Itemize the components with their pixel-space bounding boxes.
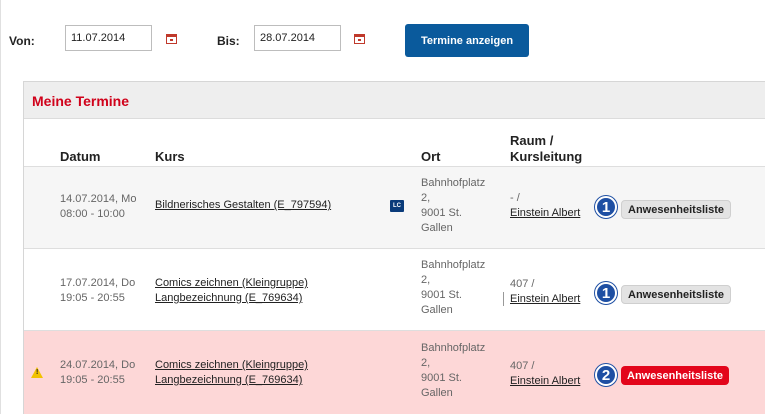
attendance-list-button[interactable]: Anwesenheitsliste [621,285,731,304]
location-line: 2, [421,357,431,369]
location-line: Bahnhofplatz [421,177,486,189]
date-filter-bar: Von: Bis: Termine anzeigen [1,22,765,58]
row-location: Bahnhofplatz 2, 9001 St. Gallen [421,341,485,401]
row-location: Bahnhofplatz 2, 9001 St. Gallen [421,176,485,236]
row-date-day: 24.07.2014, Do [60,359,136,371]
row-room: - / Einstein Albert [510,191,580,221]
row-date-day: 14.07.2014, Mo [60,193,137,205]
number-circle-icon: 2 [595,364,617,386]
instructor-link[interactable]: Einstein Albert [510,292,580,307]
row-time: 19:05 - 20:55 [60,374,125,386]
location-line: Gallen [421,304,453,316]
row-date: 24.07.2014, Do 19:05 - 20:55 [60,358,135,388]
row-room: 407 / Einstein Albert [510,277,580,307]
row-time: 08:00 - 10:00 [60,208,125,220]
row-course[interactable]: Comics zeichnen (Kleingruppe) Langbezeic… [155,358,308,388]
row-course[interactable]: Bildnerisches Gestalten (E_797594) [155,198,331,213]
warning-glyph: ! [36,369,39,376]
row-time: 19:05 - 20:55 [60,292,125,304]
course-link[interactable]: Comics zeichnen (Kleingruppe) [155,276,308,291]
calendar-icon[interactable] [166,34,177,44]
attendance-list-button[interactable]: Anwesenheitsliste [621,200,731,219]
location-line: 2, [421,274,431,286]
text-cursor-divider [503,292,504,306]
location-line: Bahnhofplatz [421,342,486,354]
row-room: 407 / Einstein Albert [510,359,580,389]
instructor-link[interactable]: Einstein Albert [510,206,580,221]
number-circle-icon: 1 [595,196,617,218]
room-number: - / [510,192,520,204]
course-link-line2[interactable]: Langbezeichnung (E_769634) [155,291,308,306]
number-circle-icon: 1 [595,282,617,304]
warning-icon: ! [31,367,43,378]
row-date-day: 17.07.2014, Do [60,277,136,289]
calendar-icon[interactable] [354,34,365,44]
course-link[interactable]: Comics zeichnen (Kleingruppe) [155,358,308,373]
table-row: 17.07.2014, Do 19:05 - 20:55 Comics zeic… [24,248,765,330]
course-link-line2[interactable]: Langbezeichnung (E_769634) [155,373,308,388]
location-line: Bahnhofplatz [421,259,486,271]
location-line: Gallen [421,222,453,234]
table-row: 14.07.2014, Mo 08:00 - 10:00 Bildnerisch… [24,166,765,248]
column-header-kurs: Kurs [155,149,185,164]
row-location: Bahnhofplatz 2, 9001 St. Gallen [421,258,485,318]
app-frame: Von: Bis: Termine anzeigen Meine Termine… [0,0,765,414]
bis-label: Bis: [217,34,240,48]
table-row-warning: ! 24.07.2014, Do 19:05 - 20:55 Comics ze… [24,330,765,414]
von-label: Von: [9,34,35,48]
location-line: 9001 St. [421,207,462,219]
appointments-panel: Meine Termine Datum Kurs Ort Raum / Kurs… [23,81,765,414]
panel-header: Meine Termine [24,82,765,119]
location-line: 2, [421,192,431,204]
von-date-input[interactable] [65,25,152,51]
row-course[interactable]: Comics zeichnen (Kleingruppe) Langbezeic… [155,276,308,306]
room-number: 407 / [510,360,535,372]
show-appointments-button[interactable]: Termine anzeigen [405,24,529,57]
location-line: 9001 St. [421,289,462,301]
instructor-link[interactable]: Einstein Albert [510,374,580,389]
room-number: 407 / [510,278,535,290]
attendance-list-button-alert[interactable]: Anwesenheitsliste [621,366,729,385]
bis-date-input[interactable] [254,25,341,51]
column-header-raum: Raum / [510,133,554,148]
lc-badge-icon: LC [390,200,404,212]
course-link[interactable]: Bildnerisches Gestalten (E_797594) [155,199,331,211]
location-line: 9001 St. [421,372,462,384]
row-date: 17.07.2014, Do 19:05 - 20:55 [60,276,135,306]
row-date: 14.07.2014, Mo 08:00 - 10:00 [60,192,136,222]
column-header-datum: Datum [60,149,101,164]
location-line: Gallen [421,387,453,399]
panel-title: Meine Termine [32,93,129,109]
column-header-kursleitung: Kursleitung [510,149,583,164]
column-header-ort: Ort [421,149,441,164]
